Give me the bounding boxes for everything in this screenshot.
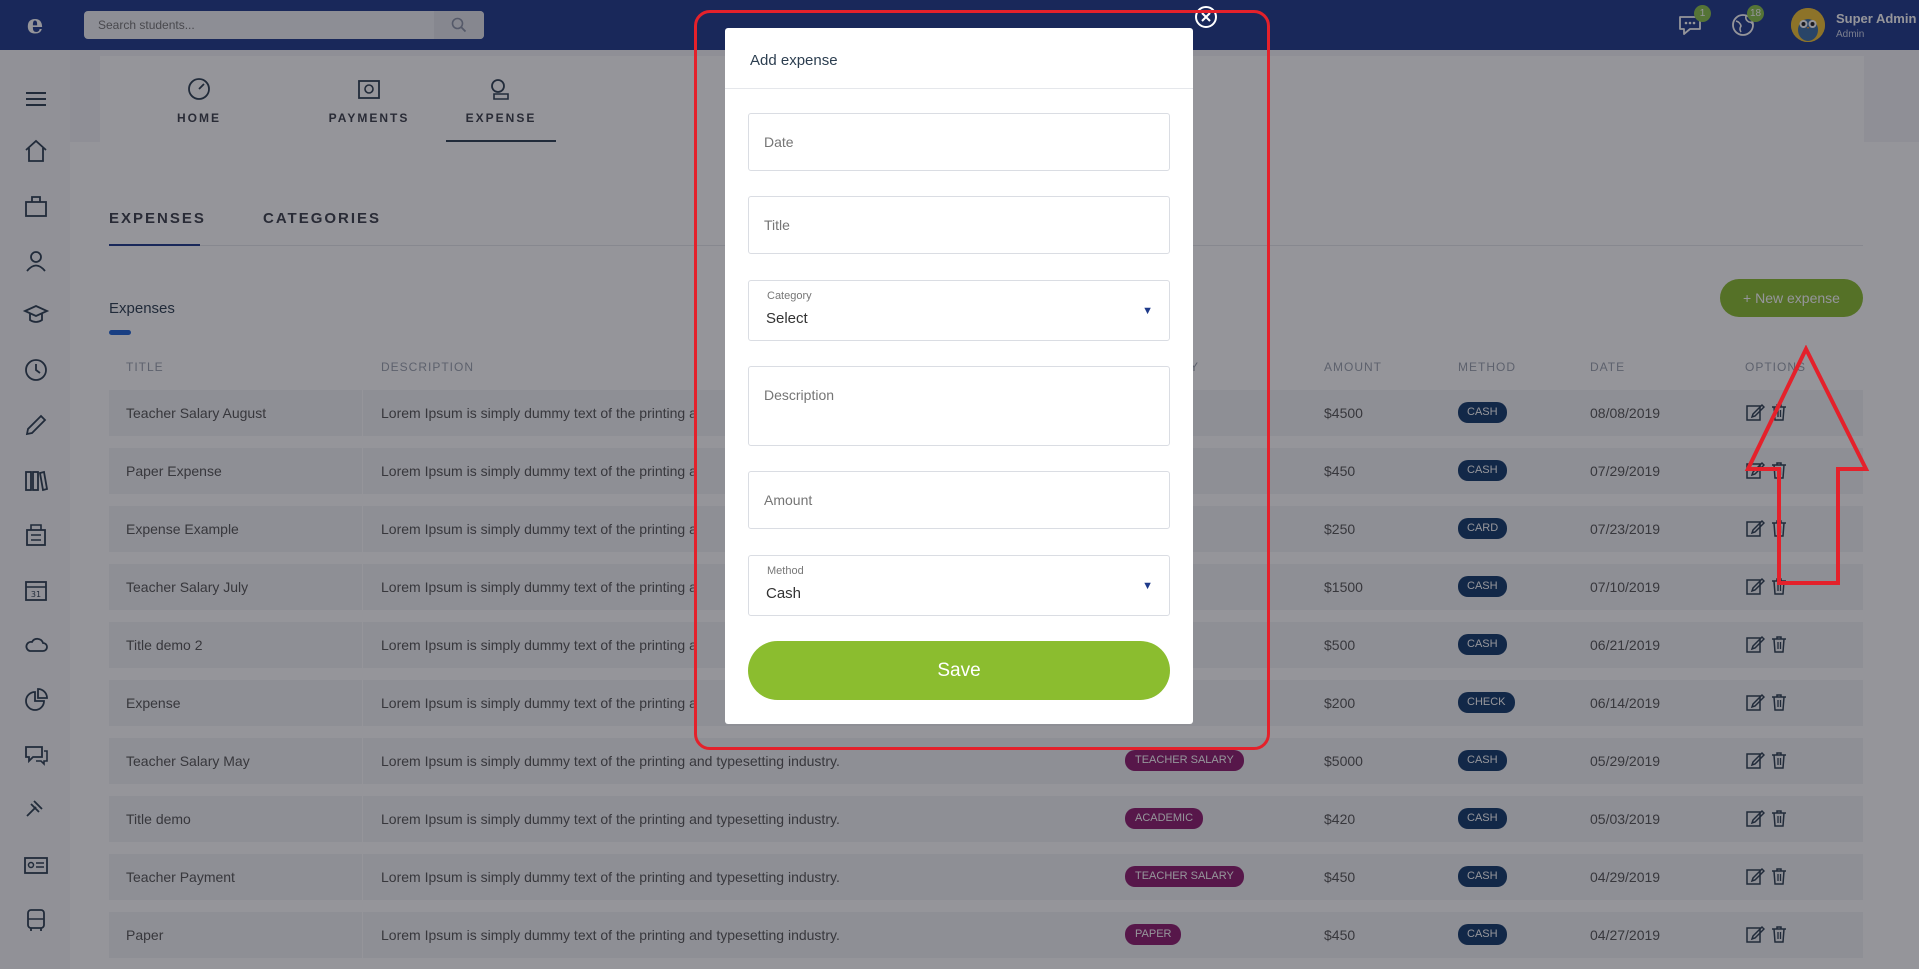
annotation-arrow-icon xyxy=(1744,345,1870,585)
annotation-highlight-box xyxy=(694,10,1270,750)
